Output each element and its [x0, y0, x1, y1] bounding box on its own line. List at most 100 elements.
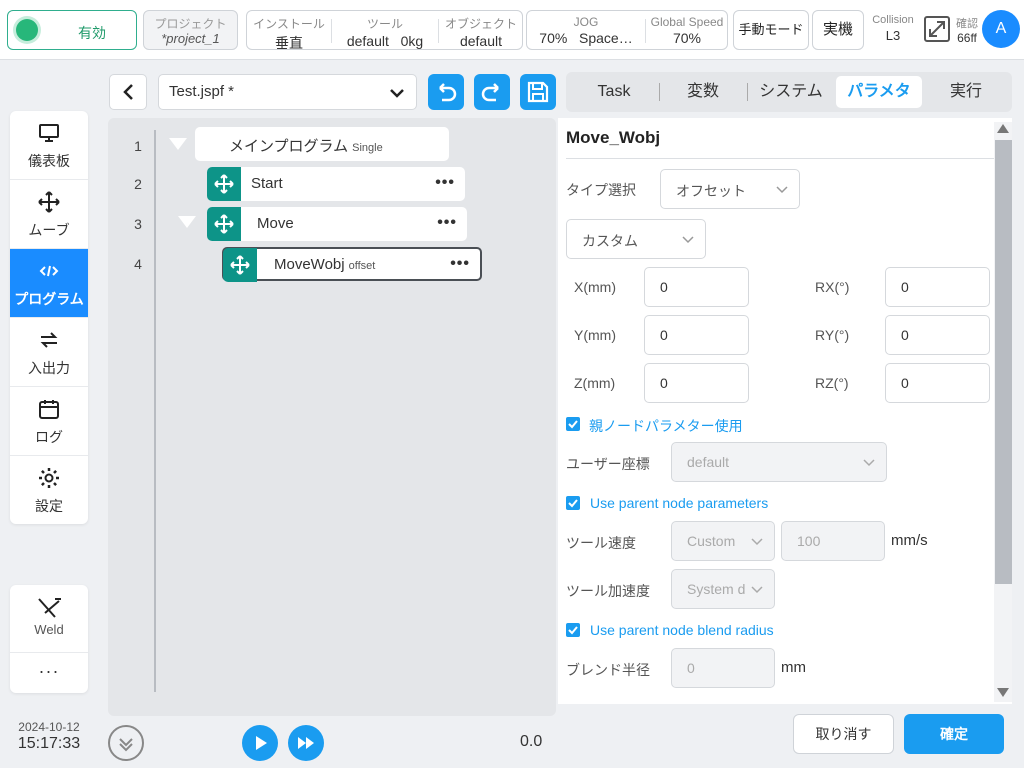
ry-label: RY(°) — [815, 327, 850, 343]
sidebar-item-io[interactable]: 入出力 — [10, 318, 88, 387]
project-value: *project_1 — [161, 31, 220, 46]
scroll-up-icon[interactable] — [997, 124, 1009, 133]
y-input[interactable]: 0 — [644, 315, 749, 355]
tool-info: ツール default 0kg — [332, 11, 438, 49]
chevron-down-icon — [682, 236, 694, 244]
sidebar-item-log[interactable]: ログ — [10, 387, 88, 456]
save-button[interactable] — [520, 74, 556, 110]
use-parent-blend-checkbox[interactable] — [566, 623, 580, 637]
rx-label: RX(°) — [815, 279, 850, 295]
scrollbar-thumb[interactable] — [995, 140, 1012, 584]
tree-node-move[interactable]: Move ••• — [207, 207, 467, 241]
collision-indicator[interactable]: Collision L3 — [866, 14, 920, 43]
object-info: オブジェクト default — [439, 11, 523, 49]
tool-speed-mode-value: Custom — [687, 533, 736, 549]
tab-variables[interactable]: 変数 — [660, 76, 746, 108]
right-panel-tabs: Task 変数 システム パラメタ 実行 — [566, 72, 1012, 112]
install-value: 垂直 — [275, 35, 303, 51]
tool-speed-mode-select[interactable]: Custom — [671, 521, 775, 561]
step-button[interactable] — [288, 725, 324, 761]
monitor-icon — [39, 124, 59, 142]
tool-label: ツール — [366, 17, 403, 31]
install-tool-object-panel[interactable]: インストール 垂直 ツール default 0kg オブジェクト default — [246, 10, 523, 51]
drag-handle[interactable] — [207, 167, 241, 201]
play-button[interactable] — [242, 725, 278, 761]
enable-toggle[interactable]: 有効 — [7, 10, 137, 50]
tool-accel-select[interactable]: System d — [671, 569, 775, 609]
tree-node-movewobj[interactable]: MoveWobj offset ••• — [222, 247, 482, 282]
tree-node-start[interactable]: Start ••• — [207, 167, 465, 201]
sidebar-item-move[interactable]: ムーブ — [10, 180, 88, 249]
avatar[interactable]: A — [982, 10, 1020, 48]
sidebar-item-label: ログ — [35, 429, 63, 445]
run-panel-toggle[interactable] — [108, 725, 144, 761]
rx-input[interactable]: 0 — [885, 267, 990, 307]
clock: 2024-10-12 15:17:33 — [8, 720, 90, 753]
global-speed-value: 70% — [672, 30, 702, 46]
parent-node-checkbox-label[interactable]: 親ノードパラメター使用 — [589, 416, 743, 436]
confirm-button[interactable]: 確定 — [904, 714, 1004, 754]
offset-mode-value: カスタム — [582, 233, 638, 249]
chevron-left-icon — [123, 84, 133, 100]
parameter-panel: Move_Wobj タイプ選択 オフセット カスタム X(mm) 0 RX(°)… — [558, 118, 1012, 704]
x-input[interactable]: 0 — [644, 267, 749, 307]
confirm-indicator[interactable]: 確認 66ff — [953, 15, 981, 45]
tab-task[interactable]: Task — [570, 76, 658, 108]
collapse-main-icon[interactable] — [169, 138, 187, 150]
real-robot-button[interactable]: 実機 — [812, 10, 864, 50]
offset-mode-select[interactable]: カスタム — [566, 219, 706, 259]
type-select[interactable]: オフセット — [660, 169, 800, 209]
node-menu-icon[interactable]: ••• — [437, 214, 457, 232]
redo-button[interactable] — [474, 74, 510, 110]
plugin-panel: Weld ··· — [10, 585, 88, 693]
expand-icon[interactable] — [924, 16, 950, 42]
object-value: default — [459, 33, 503, 49]
z-input[interactable]: 0 — [644, 363, 749, 403]
manual-mode-button[interactable]: 手動モード — [733, 10, 809, 50]
back-button[interactable] — [109, 74, 147, 110]
sidebar-item-program[interactable]: プログラム — [10, 249, 88, 318]
node-menu-icon[interactable]: ••• — [450, 255, 470, 273]
use-parent-blend-label[interactable]: Use parent node blend radius — [590, 622, 774, 638]
use-parent-params-label[interactable]: Use parent node parameters — [590, 495, 768, 511]
undo-icon — [439, 83, 457, 102]
tree-guide-line — [154, 130, 156, 692]
collapse-move-icon[interactable] — [178, 216, 196, 228]
tool-speed-label: ツール速度 — [566, 535, 636, 551]
weld-torch-icon — [38, 598, 61, 618]
drag-handle[interactable] — [207, 207, 241, 241]
rz-input[interactable]: 0 — [885, 363, 990, 403]
object-label: オブジェクト — [444, 17, 517, 31]
sidebar-item-weld[interactable]: Weld — [10, 585, 88, 653]
calendar-icon — [39, 400, 59, 419]
scroll-down-icon[interactable] — [997, 688, 1009, 697]
z-label: Z(mm) — [574, 375, 616, 391]
file-select[interactable]: Test.jspf * — [158, 74, 417, 110]
global-speed-label: Global Speed — [650, 15, 724, 29]
save-icon — [527, 81, 549, 103]
tree-node-main[interactable]: メインプログラム Single — [195, 127, 449, 161]
tab-parameters[interactable]: パラメタ — [836, 76, 922, 108]
node-menu-icon[interactable]: ••• — [435, 174, 455, 192]
parent-node-checkbox[interactable] — [566, 417, 580, 431]
sidebar-item-settings[interactable]: 設定 — [10, 456, 88, 524]
user-coord-select[interactable]: default — [671, 442, 887, 482]
use-parent-params-checkbox[interactable] — [566, 496, 580, 510]
tool-speed-input[interactable]: 100 — [781, 521, 885, 561]
drag-handle[interactable] — [223, 248, 257, 282]
cancel-button[interactable]: 取り消す — [793, 714, 894, 754]
ry-input[interactable]: 0 — [885, 315, 990, 355]
jog-speed-panel[interactable]: JOG 70% Space… Global Speed 70% — [526, 10, 728, 50]
line-number: 1 — [134, 138, 142, 154]
project-indicator[interactable]: プロジェクト *project_1 — [143, 10, 238, 50]
x-label: X(mm) — [574, 279, 616, 295]
blend-radius-input[interactable]: 0 — [671, 648, 775, 688]
sidebar-item-label: 儀表板 — [28, 153, 70, 169]
more-button[interactable]: ··· — [10, 654, 88, 692]
type-select-label: タイプ選択 — [566, 182, 636, 198]
tab-system[interactable]: システム — [748, 76, 834, 108]
undo-button[interactable] — [428, 74, 464, 110]
tab-execute[interactable]: 実行 — [924, 76, 1008, 108]
collision-label: Collision — [872, 14, 914, 26]
sidebar-item-dashboard[interactable]: 儀表板 — [10, 111, 88, 180]
